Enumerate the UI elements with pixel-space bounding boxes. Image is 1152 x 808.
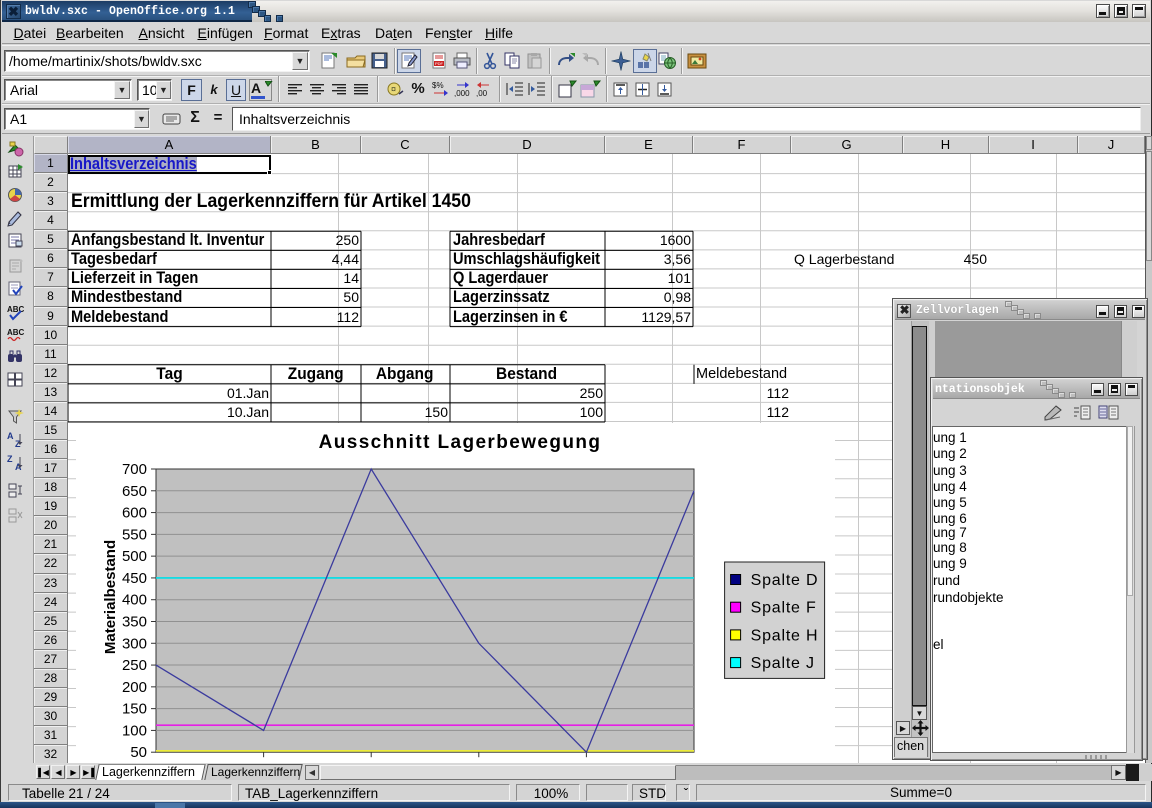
svg-text:PDF: PDF (435, 61, 444, 66)
svg-text:450: 450 (122, 570, 147, 587)
svg-text:550: 550 (122, 526, 147, 543)
svg-text:350: 350 (122, 613, 147, 630)
svg-text:Spalte D: Spalte D (751, 572, 819, 589)
svg-text:ABC: ABC (7, 305, 25, 314)
svg-text:600: 600 (122, 505, 147, 522)
svg-text:,000: ,000 (454, 89, 470, 98)
svg-text:ABC: ABC (7, 328, 25, 337)
svg-text:400: 400 (122, 592, 147, 609)
svg-text:Materialbestand: Materialbestand (102, 540, 119, 654)
svg-text:Z: Z (7, 454, 13, 464)
svg-text:¤: ¤ (391, 84, 396, 94)
svg-text:$%: $% (432, 81, 444, 90)
svg-text:250: 250 (122, 657, 147, 674)
svg-text:Spalte J: Spalte J (751, 655, 815, 672)
svg-text:100: 100 (122, 722, 147, 739)
svg-text:650: 650 (122, 483, 147, 500)
svg-text:500: 500 (122, 548, 147, 565)
svg-text:200: 200 (122, 679, 147, 696)
svg-text:700: 700 (122, 461, 147, 478)
svg-text:Spalte F: Spalte F (751, 600, 817, 617)
svg-text:A: A (7, 431, 14, 441)
svg-text:300: 300 (122, 635, 147, 652)
svg-text:Spalte H: Spalte H (751, 627, 819, 644)
svg-text:150: 150 (122, 701, 147, 718)
svg-text:A: A (15, 462, 22, 472)
svg-text:50: 50 (130, 744, 147, 761)
svg-text:,00: ,00 (476, 89, 488, 98)
svg-text:Ausschnitt Lagerbewegung: Ausschnitt Lagerbewegung (319, 432, 602, 453)
